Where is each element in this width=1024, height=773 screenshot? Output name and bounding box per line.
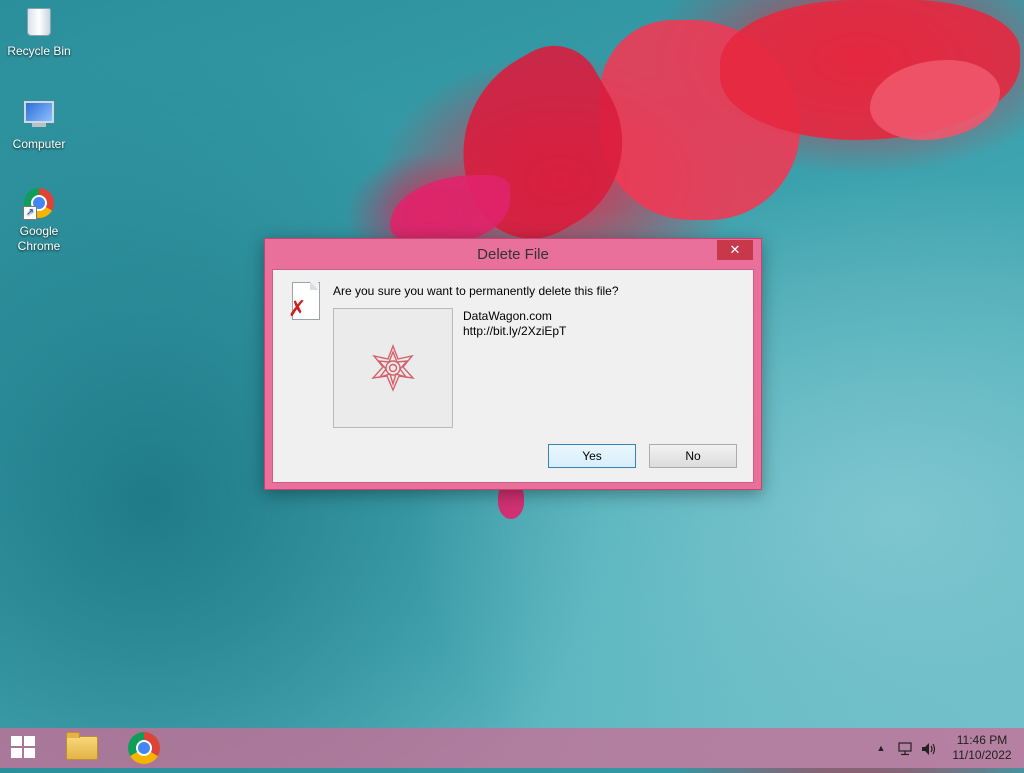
file-name: DataWagon.com: [463, 309, 552, 323]
chrome-icon: [128, 732, 160, 764]
network-icon[interactable]: [896, 728, 914, 768]
desktop-icon-recycle-bin[interactable]: Recycle Bin: [1, 6, 77, 59]
desktop-icon-google-chrome[interactable]: ↗ Google Chrome: [1, 188, 77, 254]
desktop-icon-computer[interactable]: Computer: [1, 98, 77, 152]
confirmation-message: Are you sure you want to permanently del…: [333, 284, 619, 298]
file-thumbnail: [333, 308, 453, 428]
desktop-icon-label: Google Chrome: [17, 224, 61, 253]
file-explorer-icon: [66, 732, 98, 760]
system-clock[interactable]: 11:46 PM 11/10/2022: [946, 728, 1018, 773]
desktop-icon-label: Recycle Bin: [7, 44, 71, 58]
delete-file-dialog: Delete File ✕ ✗ Are you sure you want to…: [264, 238, 762, 490]
delete-file-icon: ✗: [288, 282, 322, 320]
close-button[interactable]: ✕: [717, 240, 753, 260]
yes-button[interactable]: Yes: [548, 444, 636, 468]
volume-icon[interactable]: [920, 728, 938, 768]
computer-icon: [23, 101, 55, 133]
shortcut-arrow-icon: ↗: [23, 206, 37, 220]
desktop-icon-label: Computer: [12, 137, 66, 151]
dialog-body: ✗ Are you sure you want to permanently d…: [272, 269, 754, 483]
no-button[interactable]: No: [649, 444, 737, 468]
show-hidden-icons-button[interactable]: ▲: [874, 728, 888, 768]
file-url: http://bit.ly/2XziEpT: [463, 324, 567, 338]
chrome-icon: ↗: [23, 188, 55, 220]
windows-logo-icon: [11, 736, 37, 760]
wallpaper-petal: [390, 175, 510, 245]
recycle-bin-icon: [23, 8, 55, 40]
start-button[interactable]: [0, 728, 48, 768]
clock-time: 11:46 PM: [956, 733, 1008, 747]
taskbar-google-chrome[interactable]: [122, 728, 166, 768]
dialog-title: Delete File: [477, 246, 549, 263]
clock-date: 11/10/2022: [952, 748, 1012, 762]
wallpaper-petal: [498, 485, 524, 519]
file-info: DataWagon.com http://bit.ly/2XziEpT: [463, 309, 566, 339]
taskbar: ▲ 11:46 PM 11/10/2022: [0, 728, 1024, 768]
taskbar-file-explorer[interactable]: [60, 728, 104, 768]
dialog-titlebar[interactable]: Delete File ✕: [265, 239, 761, 269]
emblem-icon: [371, 344, 415, 392]
